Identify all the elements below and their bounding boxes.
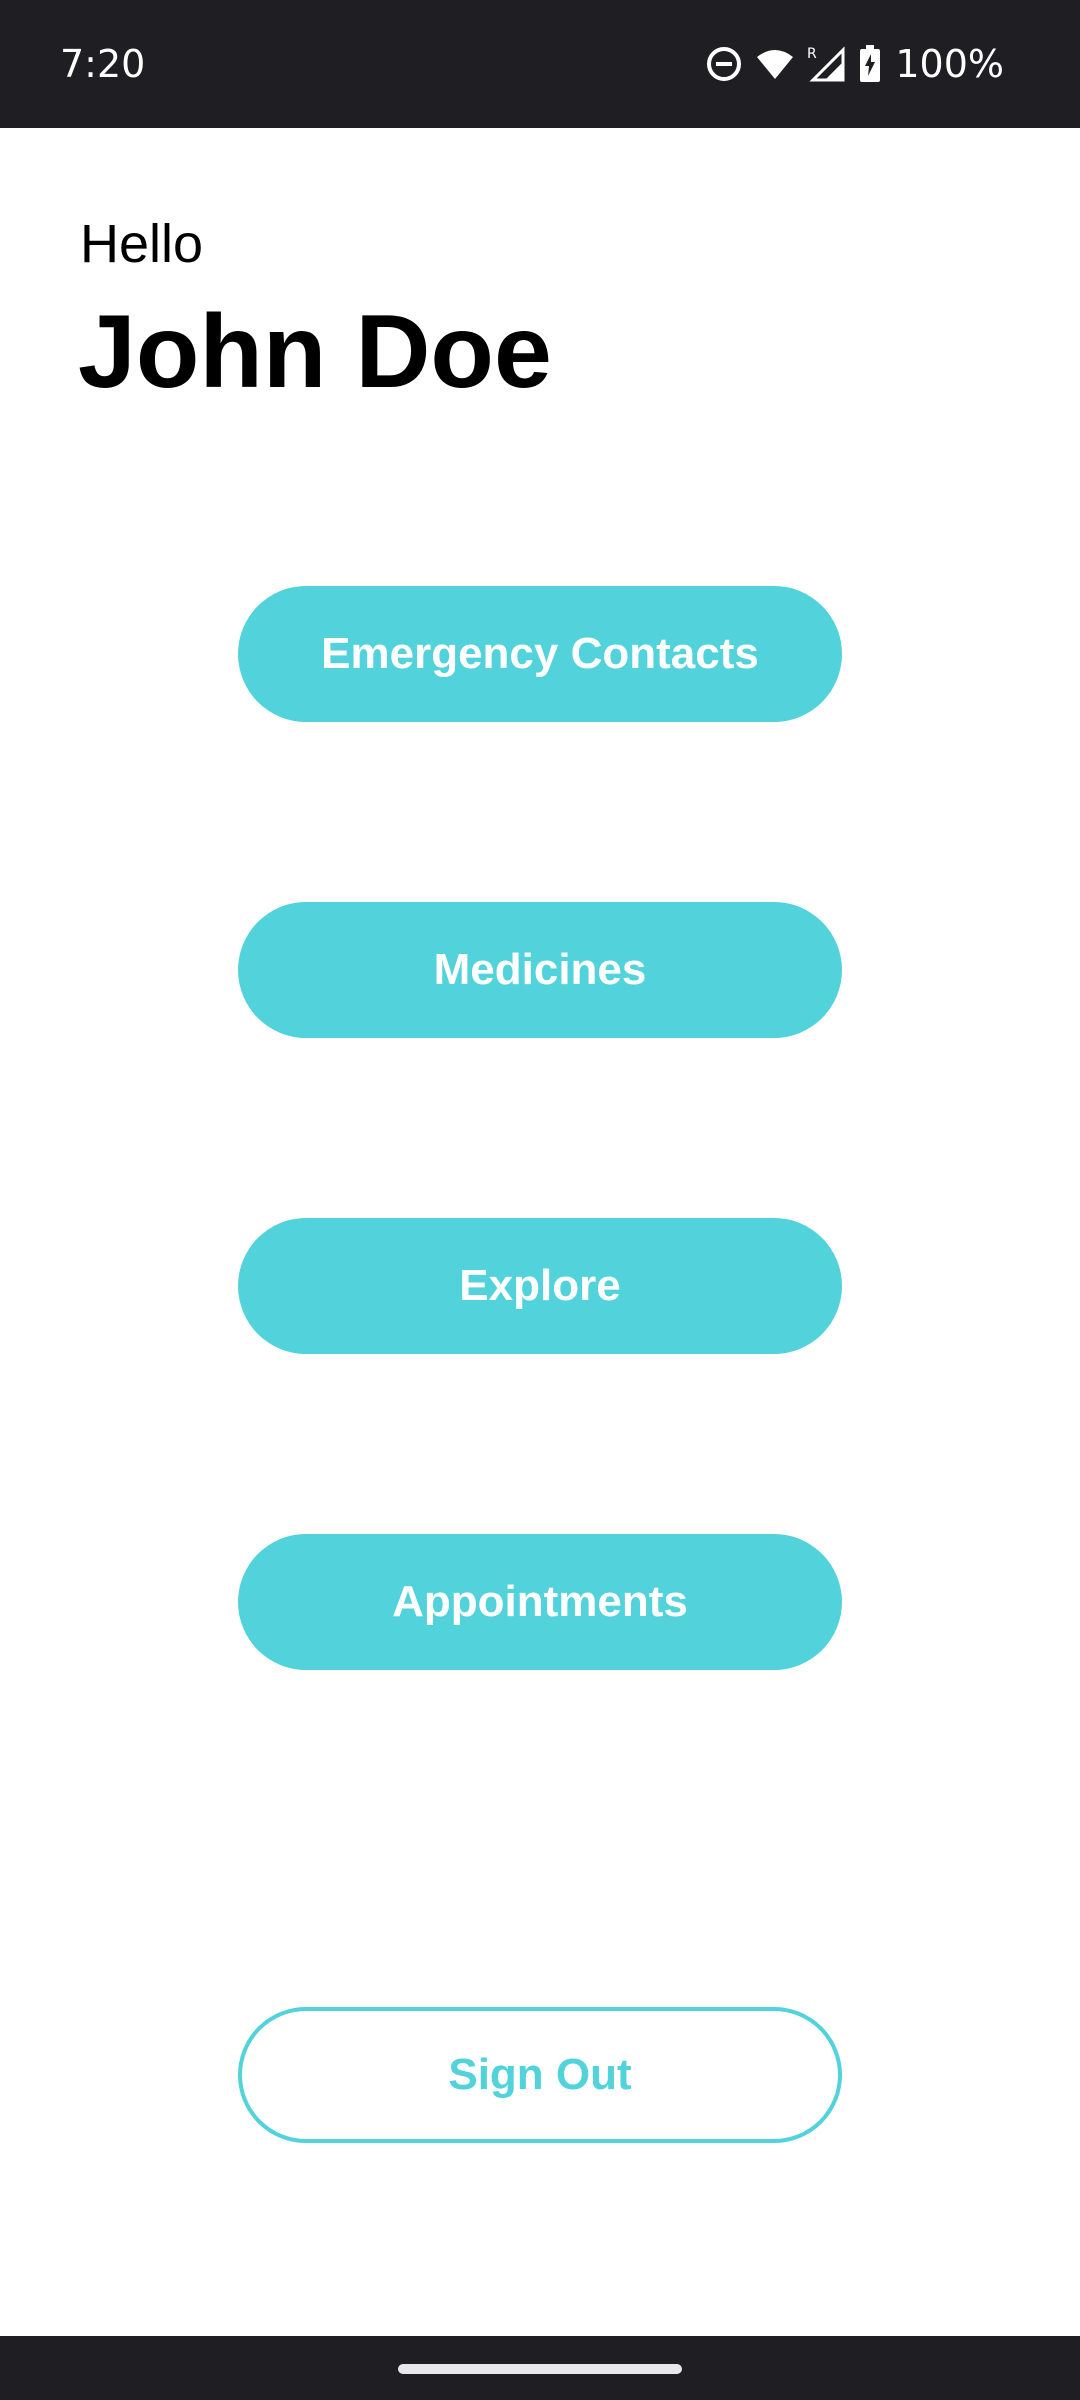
status-icons: R 100% [705, 38, 1004, 90]
do-not-disturb-icon [705, 45, 743, 83]
status-bar: 7:20 R 100% [0, 0, 1080, 128]
user-name: John Doe [78, 294, 552, 410]
appointments-button[interactable]: Appointments [238, 1534, 842, 1670]
wifi-icon [755, 47, 795, 81]
home-screen: 7:20 R 100% Hello John Doe Emergency Con… [0, 0, 1080, 2400]
signal-roaming-icon: R [807, 44, 847, 84]
greeting-text: Hello [80, 214, 204, 274]
sign-out-button[interactable]: Sign Out [238, 2007, 842, 2143]
emergency-contacts-button[interactable]: Emergency Contacts [238, 586, 842, 722]
navigation-bar [0, 2336, 1080, 2400]
home-indicator[interactable] [398, 2364, 682, 2374]
medicines-button[interactable]: Medicines [238, 902, 842, 1038]
svg-text:R: R [807, 46, 817, 62]
status-time: 7:20 [60, 42, 146, 86]
battery-percent: 100% [895, 42, 1004, 86]
battery-charging-icon [859, 45, 881, 83]
explore-button[interactable]: Explore [238, 1218, 842, 1354]
